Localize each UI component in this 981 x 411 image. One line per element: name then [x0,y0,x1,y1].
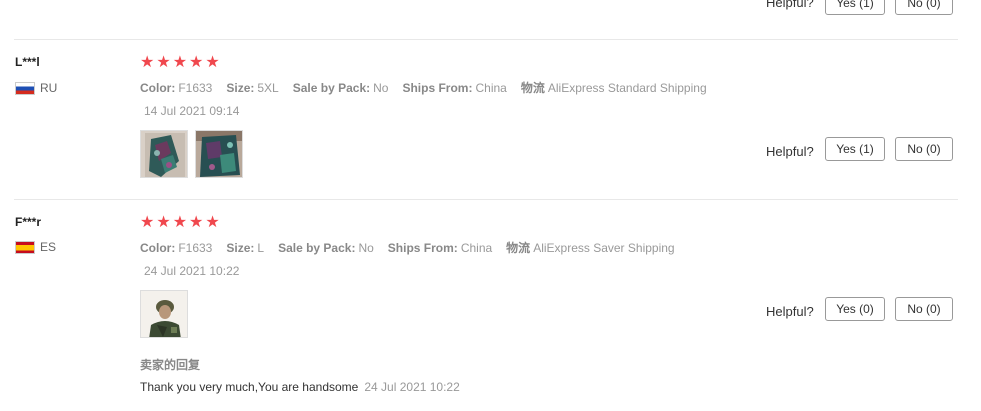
sku-attributes: Color: F1633 Size: 5XL Sale by Pack: No Ships … [140,79,721,96]
review-date: 14 Jul 2021 09:14 [144,104,240,118]
star-icon: ★ [156,214,171,231]
star-icon: ★ [156,54,171,71]
country-code: ES [40,240,57,254]
star-icon: ★ [140,54,155,71]
reviewer-name: F***r [15,215,42,229]
attr-color-value: F1633 [178,241,213,255]
photo-image [196,131,242,177]
attr-ships-key: Ships From: [402,81,473,95]
review-date: 24 Jul 2021 10:22 [144,264,240,278]
attr-ships-value: China [460,241,493,255]
photo-image [141,291,187,337]
attr-ships-key: Ships From: [387,241,458,255]
attr-color-key: Color: [140,241,176,255]
flag-spain-icon [15,240,35,254]
photo-image [141,131,187,177]
review-photo-thumbnail[interactable] [140,130,188,178]
helpful-yes-button[interactable]: Yes (0) [825,297,885,321]
attr-pack-key: Sale by Pack: [278,241,356,255]
attr-logistics-value: AliExpress Standard Shipping [547,81,707,95]
attr-size-key: Size: [226,81,255,95]
reviewer-country: RU [15,81,57,95]
star-rating: ★ ★ ★ ★ ★ [140,215,220,231]
helpful-no-button[interactable]: No (0) [895,297,953,321]
attr-logistics-key: 物流 [520,81,545,95]
attr-pack-key: Sale by Pack: [292,81,371,95]
attr-size-value: 5XL [257,81,279,95]
sku-attributes: Color: F1633 Size: L Sale by Pack: No Ships Fr… [140,239,689,256]
seller-reply: Thank you very much,You are handsome 24 J… [140,380,460,394]
star-icon: ★ [172,214,188,231]
attr-color-value: F1633 [178,81,213,95]
review-divider [14,199,958,200]
helpful-label: Helpful? [766,304,814,319]
helpful-label: Helpful? [766,0,814,10]
helpful-no-button[interactable]: No (0) [895,137,953,161]
attr-logistics-key: 物流 [506,241,531,255]
star-icon: ★ [189,214,204,231]
star-icon: ★ [205,214,220,231]
helpful-yes-button[interactable]: Yes (1) [825,0,885,15]
attr-logistics-value: AliExpress Saver Shipping [533,241,675,255]
star-icon: ★ [172,54,188,71]
country-code: RU [40,81,58,95]
attr-pack-value: No [373,81,389,95]
flag-russia-icon [15,81,35,95]
star-rating: ★ ★ ★ ★ ★ [140,55,220,71]
review-divider [14,39,958,40]
attr-size-value: L [257,241,265,255]
reviewer-country: ES [15,240,56,254]
attr-ships-value: China [475,81,507,95]
helpful-label: Helpful? [766,144,814,159]
review-photo-thumbnail[interactable] [195,130,243,178]
star-icon: ★ [189,54,204,71]
seller-reply-title: 卖家的回复 [140,358,201,372]
attr-color-key: Color: [140,81,176,95]
star-icon: ★ [205,54,220,71]
helpful-yes-button[interactable]: Yes (1) [825,137,885,161]
review-photo-thumbnail[interactable] [140,290,188,338]
seller-reply-date: 24 Jul 2021 10:22 [364,380,460,394]
attr-pack-value: No [358,241,374,255]
seller-reply-text: Thank you very much,You are handsome [140,380,359,394]
star-icon: ★ [140,214,155,231]
attr-size-key: Size: [226,241,255,255]
helpful-no-button[interactable]: No (0) [895,0,953,15]
reviewer-name: L***l [15,55,40,69]
